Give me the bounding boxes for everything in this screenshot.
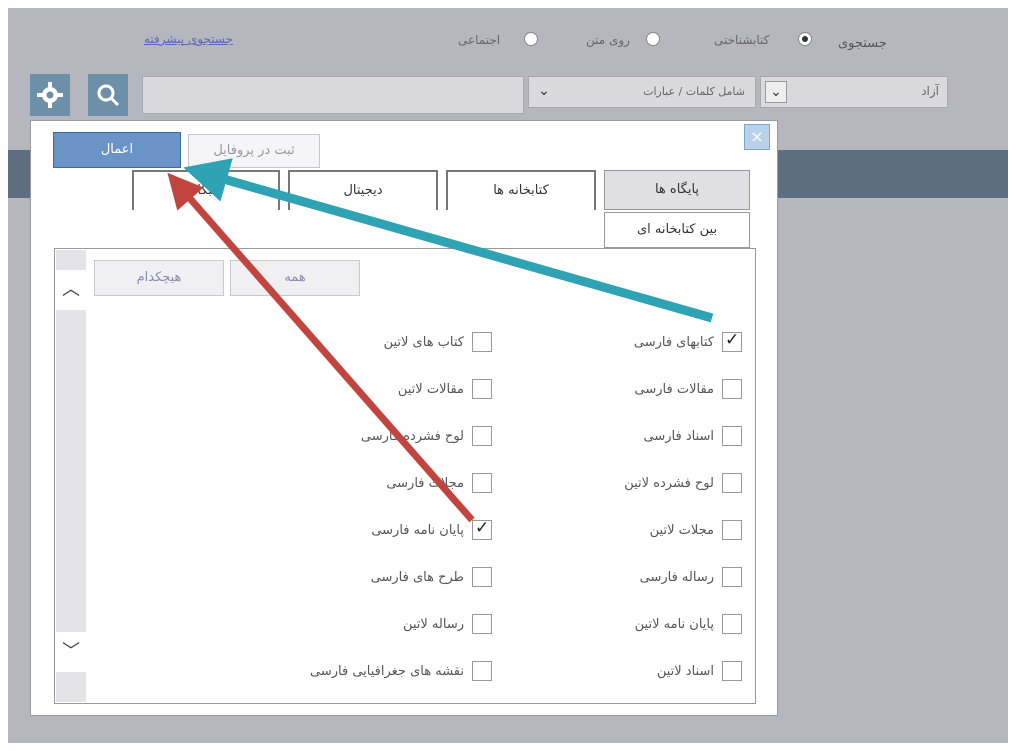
match-dropdown-value: شامل کلمات / عبارات [643, 85, 745, 98]
checkbox-row[interactable]: لوح فشرده لاتین [624, 471, 742, 495]
field-dropdown[interactable]: ⌄ آزاد [760, 76, 948, 108]
checkbox-row[interactable]: نقشه های جغرافیایی فارسی [310, 659, 492, 683]
checkbox-row[interactable]: مقالات فارسی [635, 377, 742, 401]
chevron-down-icon: ⌄ [538, 83, 550, 99]
checkbox[interactable] [472, 379, 492, 399]
tab-libraries[interactable]: کتابخانه ها [446, 170, 596, 210]
search-input[interactable] [142, 76, 524, 114]
radio-social[interactable] [524, 32, 538, 46]
select-none-button[interactable]: هیچکدام [94, 260, 224, 296]
radio-bibliographic-label: کتابشناختی [714, 33, 770, 47]
tab-elites[interactable]: نخبگان [132, 170, 280, 210]
checkbox-label: لوح فشرده لاتین [624, 475, 714, 491]
checkbox[interactable] [722, 379, 742, 399]
apply-button[interactable]: اعمال [53, 132, 181, 168]
tab-interlibrary[interactable]: بین کتابخانه ای [604, 212, 750, 248]
radio-fulltext[interactable] [646, 32, 660, 46]
checkbox-row[interactable]: پایان نامه لاتین [635, 612, 742, 636]
checkbox-label: مجلات فارسی [386, 475, 464, 491]
checkbox-row[interactable]: رساله لاتین [403, 612, 492, 636]
checkbox-row[interactable]: طرح های فارسی [371, 565, 492, 589]
checkbox-row[interactable]: رساله فارسی [640, 565, 742, 589]
checkbox-row[interactable]: اسناد لاتین [657, 659, 742, 683]
checkbox[interactable] [722, 473, 742, 493]
advanced-search-link[interactable]: جستجوی پیشرفته [144, 32, 233, 46]
field-dropdown-value: آزاد [921, 84, 939, 98]
checkbox[interactable] [472, 661, 492, 681]
checkbox-label: رساله فارسی [639, 569, 714, 585]
settings-button[interactable] [30, 74, 70, 116]
scrollbar[interactable]: ︿ ﹀ [56, 250, 86, 702]
checkbox-label: کتابهای فارسی [633, 334, 714, 350]
checkbox[interactable] [722, 661, 742, 681]
checkbox-label: نقشه های جغرافیایی فارسی [310, 663, 464, 679]
checkbox-row[interactable]: مجلات فارسی [386, 471, 492, 495]
checkbox[interactable] [722, 567, 742, 587]
checkbox-label: طرح های فارسی [370, 569, 464, 585]
search-button[interactable] [88, 74, 128, 116]
checkbox-row[interactable]: اسناد فارسی [643, 424, 742, 448]
checkbox[interactable] [472, 567, 492, 587]
search-label: جستجوی [838, 36, 887, 51]
tab-digital[interactable]: دیجیتال [288, 170, 438, 210]
radio-fulltext-label: روی متن [586, 33, 630, 47]
checkbox-label: اسناد لاتین [656, 663, 714, 679]
tab-databases[interactable]: پایگاه ها [604, 170, 750, 210]
gear-icon [37, 82, 63, 108]
save-to-profile-button[interactable]: ثبت در پروفایل [188, 134, 320, 168]
checkbox[interactable] [722, 520, 742, 540]
checkbox-label: رساله لاتین [402, 616, 464, 632]
checkbox[interactable] [722, 426, 742, 446]
close-button[interactable]: × [744, 124, 770, 150]
checkbox-label: کتاب های لاتین [383, 334, 464, 350]
checkbox[interactable] [472, 426, 492, 446]
checkbox-row[interactable]: کتابهای فارسی [634, 330, 742, 354]
checkbox-label: اسناد فارسی [643, 428, 715, 444]
checkbox-label: مجلات لاتین [649, 522, 714, 538]
checkbox-label: مقالات فارسی [634, 381, 714, 397]
checkbox-row[interactable]: مجلات لاتین [650, 518, 742, 542]
checkbox[interactable] [722, 330, 742, 352]
radio-bibliographic[interactable] [798, 32, 812, 46]
checkbox[interactable] [722, 614, 742, 634]
radio-social-label: اجتماعی [458, 33, 501, 47]
checkbox[interactable] [472, 332, 492, 352]
checkbox-row[interactable]: کتاب های لاتین [384, 330, 492, 354]
checkbox[interactable] [472, 518, 492, 540]
checkbox-row[interactable]: لوح فشرده فارسی [361, 424, 492, 448]
search-icon [97, 84, 120, 107]
chevron-up-icon[interactable]: ︿ [56, 270, 86, 310]
checkbox[interactable] [472, 614, 492, 634]
chevron-down-icon: ⌄ [765, 81, 787, 103]
checkbox[interactable] [472, 473, 492, 493]
checkbox-label: پایان نامه فارسی [371, 522, 464, 538]
checkbox-row[interactable]: مقالات لاتین [398, 377, 492, 401]
select-all-button[interactable]: همه [230, 260, 360, 296]
checkbox-row[interactable]: پایان نامه فارسی [371, 518, 492, 542]
chevron-down-icon[interactable]: ﹀ [56, 632, 86, 672]
checkbox-label: مقالات لاتین [397, 381, 464, 397]
checkbox-label: پایان نامه لاتین [634, 616, 714, 632]
checkbox-label: لوح فشرده فارسی [360, 428, 464, 444]
match-dropdown[interactable]: ⌄ شامل کلمات / عبارات [528, 76, 756, 108]
